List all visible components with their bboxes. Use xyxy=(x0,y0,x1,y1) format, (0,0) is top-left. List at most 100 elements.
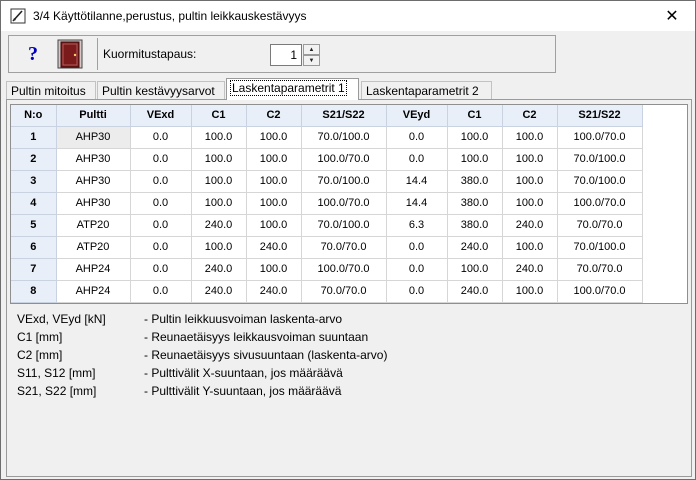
table-row[interactable]: 8 AHP24 0.0 240.0 240.0 70.0/70.0 0.0 240.0 100.… xyxy=(11,280,643,303)
table-cell[interactable]: AHP30 xyxy=(56,170,131,193)
legend-description: - Pultin leikkuusvoiman laskenta-arvo xyxy=(144,312,343,326)
table-cell[interactable]: 70.0/100.0 xyxy=(557,148,643,171)
tab-laskentaparametrit-2[interactable]: Laskentaparametrit 2 xyxy=(361,81,492,100)
column-header: Pultti xyxy=(56,105,131,127)
load-case-stepper[interactable]: ▲ ▼ xyxy=(303,44,320,66)
table-cell[interactable]: 100.0 xyxy=(191,148,247,171)
table-cell[interactable]: 240.0 xyxy=(502,258,558,281)
table-cell[interactable]: AHP24 xyxy=(56,258,131,281)
table-row[interactable]: 4 AHP30 0.0 100.0 100.0 100.0/70.0 14.4 380.0 10… xyxy=(11,192,643,215)
table-cell[interactable]: 100.0 xyxy=(246,258,302,281)
table-cell[interactable]: 100.0 xyxy=(246,170,302,193)
table-cell[interactable]: 0.0 xyxy=(130,148,192,171)
table-cell[interactable]: 100.0 xyxy=(502,148,558,171)
table-cell[interactable]: 70.0/70.0 xyxy=(301,280,387,303)
stepper-up-button[interactable]: ▲ xyxy=(303,44,320,55)
table-cell[interactable]: ATP20 xyxy=(56,236,131,259)
table-cell[interactable]: 0.0 xyxy=(130,126,192,149)
table-cell[interactable]: 100.0/70.0 xyxy=(557,126,643,149)
table-cell[interactable]: 100.0 xyxy=(191,126,247,149)
table-cell[interactable]: 14.4 xyxy=(386,170,448,193)
tab-pultin-mitoitus[interactable]: Pultin mitoitus xyxy=(6,81,96,100)
table-cell[interactable]: 240.0 xyxy=(447,280,503,303)
table-cell[interactable]: 100.0 xyxy=(191,192,247,215)
table-cell[interactable]: 240.0 xyxy=(191,258,247,281)
table-cell[interactable]: 240.0 xyxy=(246,236,302,259)
table-cell[interactable]: 100.0 xyxy=(502,192,558,215)
table-cell[interactable]: 0.0 xyxy=(386,148,448,171)
table-cell[interactable]: 100.0 xyxy=(502,236,558,259)
table-cell[interactable]: 100.0 xyxy=(191,236,247,259)
table-cell[interactable]: 380.0 xyxy=(447,170,503,193)
table-cell[interactable]: 100.0 xyxy=(246,148,302,171)
table-cell[interactable]: 100.0/70.0 xyxy=(301,258,387,281)
table-cell[interactable]: 0.0 xyxy=(130,258,192,281)
table-cell[interactable]: 100.0 xyxy=(447,258,503,281)
table-cell[interactable]: 14.4 xyxy=(386,192,448,215)
table-cell[interactable]: 0.0 xyxy=(386,258,448,281)
table-cell[interactable]: 380.0 xyxy=(447,214,503,237)
table-cell[interactable]: 100.0 xyxy=(502,280,558,303)
table-cell[interactable]: 70.0/100.0 xyxy=(301,214,387,237)
table-cell[interactable]: 0.0 xyxy=(130,170,192,193)
table-cell[interactable]: 100.0 xyxy=(246,192,302,215)
table-cell[interactable]: 100.0 xyxy=(502,126,558,149)
tab-pultin-kestavyysarvot[interactable]: Pultin kestävyysarvot xyxy=(97,81,225,100)
table-row[interactable]: 1 AHP30 0.0 100.0 100.0 70.0/100.0 0.0 100.0 100… xyxy=(11,126,643,149)
table-row[interactable]: 3 AHP30 0.0 100.0 100.0 70.0/100.0 14.4 380.0 10… xyxy=(11,170,643,193)
table-cell[interactable]: 70.0/100.0 xyxy=(301,126,387,149)
legend-description: - Pulttivälit X-suuntaan, jos määräävä xyxy=(144,366,343,380)
table-cell[interactable]: 0.0 xyxy=(130,280,192,303)
table-cell[interactable]: 100.0 xyxy=(246,214,302,237)
table-cell[interactable]: 240.0 xyxy=(502,214,558,237)
table-cell[interactable]: 100.0 xyxy=(502,170,558,193)
legend-description: - Reunaetäisyys leikkausvoiman suuntaan xyxy=(144,330,369,344)
table-cell[interactable]: 0.0 xyxy=(130,214,192,237)
exit-door-icon[interactable] xyxy=(57,39,83,69)
column-header: S21/S22 xyxy=(557,105,643,127)
table-cell[interactable]: 0.0 xyxy=(386,236,448,259)
table-row[interactable]: 5 ATP20 0.0 240.0 100.0 70.0/100.0 6.3 380.0 240… xyxy=(11,214,643,237)
arrow-down-icon: ▼ xyxy=(308,57,315,64)
table-cell[interactable]: 100.0 xyxy=(447,148,503,171)
load-case-input[interactable]: 1 xyxy=(270,44,302,66)
table-cell[interactable]: 70.0/70.0 xyxy=(557,258,643,281)
table-cell[interactable]: AHP30 xyxy=(56,192,131,215)
table-row[interactable]: 6 ATP20 0.0 100.0 240.0 70.0/70.0 0.0 240.0 100.… xyxy=(11,236,643,259)
table-cell[interactable]: AHP30 xyxy=(56,126,131,149)
table-cell[interactable]: 380.0 xyxy=(447,192,503,215)
table-cell[interactable]: 0.0 xyxy=(130,236,192,259)
table-cell[interactable]: 0.0 xyxy=(386,126,448,149)
table-cell[interactable]: 240.0 xyxy=(191,280,247,303)
tab-laskentaparametrit-1[interactable]: Laskentaparametrit 1 xyxy=(226,78,359,100)
table-cell[interactable]: 100.0/70.0 xyxy=(557,192,643,215)
table-cell[interactable]: 0.0 xyxy=(130,192,192,215)
close-button[interactable]: ✕ xyxy=(649,1,695,31)
table-cell[interactable]: 70.0/70.0 xyxy=(557,214,643,237)
tab-label: Pultin mitoitus xyxy=(11,84,86,98)
table-cell[interactable]: 240.0 xyxy=(191,214,247,237)
help-button[interactable]: ? xyxy=(21,42,45,66)
table-cell[interactable]: 100.0/70.0 xyxy=(301,148,387,171)
table-cell[interactable]: 240.0 xyxy=(246,280,302,303)
table-row[interactable]: 7 AHP24 0.0 240.0 100.0 100.0/70.0 0.0 100.0 240… xyxy=(11,258,643,281)
table-cell[interactable]: 100.0 xyxy=(191,170,247,193)
table-cell[interactable]: 70.0/100.0 xyxy=(301,170,387,193)
table-cell[interactable]: ATP20 xyxy=(56,214,131,237)
table-cell[interactable]: 70.0/100.0 xyxy=(557,236,643,259)
table-cell[interactable]: 6.3 xyxy=(386,214,448,237)
column-header: N:o xyxy=(11,105,57,127)
table-row[interactable]: 2 AHP30 0.0 100.0 100.0 100.0/70.0 0.0 100.0 100… xyxy=(11,148,643,171)
table-cell[interactable]: AHP30 xyxy=(56,148,131,171)
table-cell[interactable]: 70.0/70.0 xyxy=(301,236,387,259)
table-cell[interactable]: 100.0/70.0 xyxy=(557,280,643,303)
table-cell[interactable]: AHP24 xyxy=(56,280,131,303)
table-cell[interactable]: 70.0/100.0 xyxy=(557,170,643,193)
table-cell[interactable]: 0.0 xyxy=(386,280,448,303)
stepper-down-button[interactable]: ▼ xyxy=(303,55,320,66)
table-cell[interactable]: 100.0 xyxy=(447,126,503,149)
toolbar-separator xyxy=(97,38,98,70)
table-cell[interactable]: 100.0/70.0 xyxy=(301,192,387,215)
table-cell[interactable]: 100.0 xyxy=(246,126,302,149)
table-cell[interactable]: 240.0 xyxy=(447,236,503,259)
